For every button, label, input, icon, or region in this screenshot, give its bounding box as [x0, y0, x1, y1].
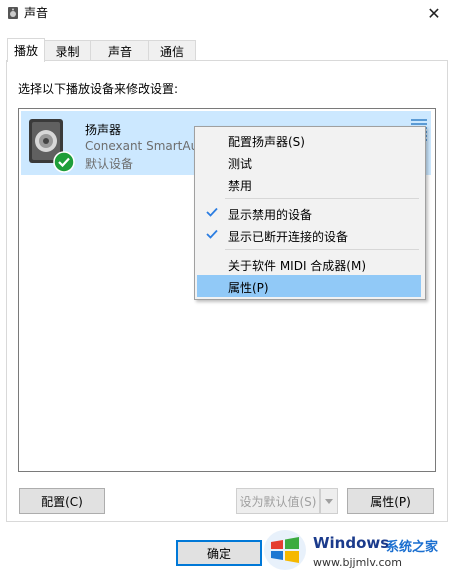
menu-item-show-disconnected[interactable]: 显示已断开连接的设备 — [197, 224, 421, 246]
checkmark-icon — [206, 229, 218, 239]
window-title: 声音 — [24, 6, 49, 20]
menu-item-test[interactable]: 测试 — [197, 151, 421, 173]
device-name: 扬声器 — [85, 123, 122, 137]
menu-separator — [225, 198, 419, 199]
menu-item-about-midi[interactable]: 关于软件 MIDI 合成器(M) — [197, 253, 421, 275]
checkmark-icon — [206, 207, 218, 217]
ok-button[interactable]: 确定 — [176, 540, 262, 566]
set-default-dropdown[interactable] — [320, 488, 338, 514]
menu-item-disable[interactable]: 禁用 — [197, 173, 421, 195]
green-check-icon — [53, 151, 75, 173]
tab-playback[interactable]: 播放 — [7, 38, 45, 62]
context-menu: 配置扬声器(S) 测试 禁用 显示禁用的设备 显示已断开连接的设备 关于软件 M… — [194, 126, 426, 300]
properties-button[interactable]: 属性(P) — [347, 488, 434, 514]
tab-communications[interactable]: 通信 — [148, 40, 196, 61]
chevron-down-icon — [325, 498, 333, 504]
menu-item-properties[interactable]: 属性(P) — [197, 275, 421, 297]
set-default-button[interactable]: 设为默认值(S) — [236, 488, 320, 514]
watermark-url: www.bjjmlv.com — [313, 556, 402, 569]
menu-separator — [225, 249, 419, 250]
watermark-brand-cn: 系统之家 — [386, 540, 439, 555]
speaker-icon — [8, 7, 18, 19]
tab-sounds[interactable]: 声音 — [90, 40, 150, 61]
watermark: Windows 系统之家 www.bjjmlv.com — [255, 522, 451, 577]
menu-item-show-disabled[interactable]: 显示禁用的设备 — [197, 202, 421, 224]
menu-item-configure-speakers[interactable]: 配置扬声器(S) — [197, 129, 421, 151]
tab-recording[interactable]: 录制 — [43, 40, 92, 61]
instruction-text: 选择以下播放设备来修改设置: — [18, 82, 179, 96]
device-status: 默认设备 — [85, 157, 134, 171]
windows-logo-icon — [264, 530, 306, 570]
watermark-brand: Windows — [313, 534, 390, 552]
close-icon: ✕ — [427, 3, 441, 23]
close-button[interactable]: ✕ — [417, 0, 451, 26]
configure-button[interactable]: 配置(C) — [19, 488, 105, 514]
title-bar: 声音 ✕ — [0, 0, 451, 26]
